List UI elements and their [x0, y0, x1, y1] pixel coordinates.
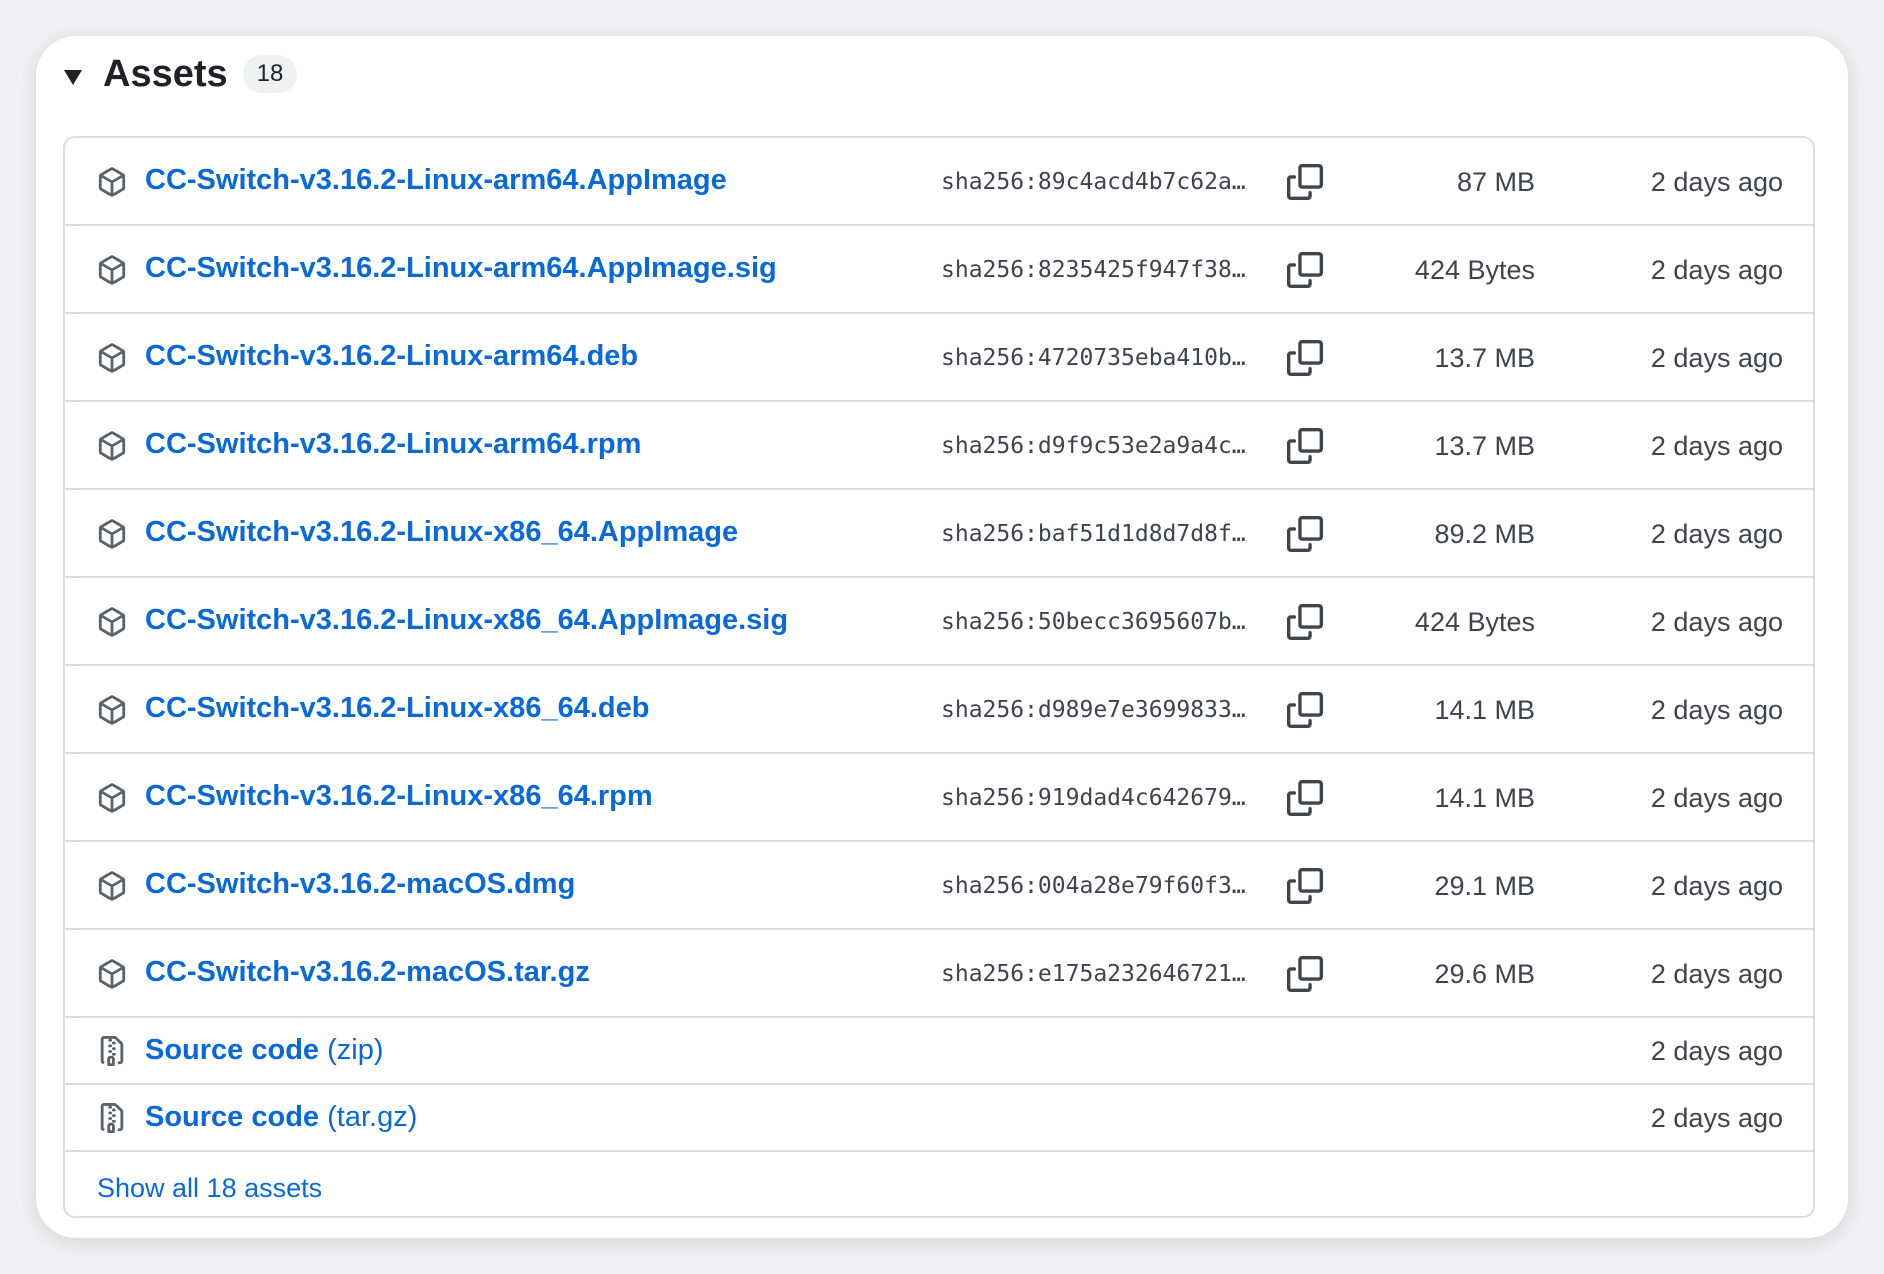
asset-row: CC-Switch-v3.16.2-Linux-arm64.AppImage s… [65, 138, 1813, 226]
source-code-format[interactable]: (zip) [327, 1034, 383, 1066]
copy-icon[interactable] [1287, 780, 1323, 816]
package-icon [97, 519, 127, 549]
package-icon [97, 167, 127, 197]
copy-icon[interactable] [1287, 692, 1323, 728]
source-date: 2 days ago [1650, 1036, 1783, 1066]
source-row: Source code (zip) 2 days ago [65, 1018, 1813, 1085]
asset-row: CC-Switch-v3.16.2-Linux-arm64.rpm sha256… [65, 402, 1813, 490]
asset-sha256: sha256:d9f9c53e2a9a4c… [941, 433, 1246, 459]
source-code-link[interactable]: Source code (zip) [145, 1030, 384, 1070]
source-code-format[interactable]: (tar.gz) [327, 1101, 417, 1133]
asset-link[interactable]: CC-Switch-v3.16.2-Linux-x86_64.AppImage.… [145, 600, 788, 640]
asset-size: 89.2 MB [1434, 519, 1535, 549]
source-code-label[interactable]: Source code [145, 1101, 319, 1133]
asset-date: 2 days ago [1650, 695, 1783, 725]
asset-sha256: sha256:89c4acd4b7c62a… [941, 169, 1246, 195]
copy-icon[interactable] [1287, 252, 1323, 288]
package-icon [97, 255, 127, 285]
assets-header[interactable]: Assets 18 [36, 36, 1848, 112]
assets-count-badge: 18 [243, 55, 297, 93]
file-zip-icon [97, 1103, 127, 1133]
asset-link[interactable]: CC-Switch-v3.16.2-Linux-x86_64.deb [145, 688, 649, 728]
asset-link[interactable]: CC-Switch-v3.16.2-Linux-arm64.deb [145, 336, 638, 376]
package-icon [97, 959, 127, 989]
asset-sha256: sha256:d989e7e3699833… [941, 697, 1246, 723]
asset-size: 14.1 MB [1434, 695, 1535, 725]
source-date: 2 days ago [1650, 1103, 1783, 1133]
asset-date: 2 days ago [1650, 871, 1783, 901]
asset-size: 424 Bytes [1414, 255, 1535, 285]
package-icon [97, 695, 127, 725]
assets-list: CC-Switch-v3.16.2-Linux-arm64.AppImage s… [63, 136, 1815, 1218]
package-icon [97, 871, 127, 901]
show-all-row: Show all 18 assets [65, 1152, 1813, 1216]
asset-sha256: sha256:4720735eba410b… [941, 345, 1246, 371]
source-code-link[interactable]: Source code (tar.gz) [145, 1097, 417, 1137]
asset-link[interactable]: CC-Switch-v3.16.2-Linux-arm64.rpm [145, 424, 641, 464]
asset-row: CC-Switch-v3.16.2-Linux-arm64.deb sha256… [65, 314, 1813, 402]
asset-row: CC-Switch-v3.16.2-Linux-x86_64.rpm sha25… [65, 754, 1813, 842]
asset-sha256: sha256:e175a232646721… [941, 961, 1246, 987]
asset-link[interactable]: CC-Switch-v3.16.2-Linux-x86_64.AppImage [145, 512, 738, 552]
asset-sha256: sha256:50becc3695607b… [941, 609, 1246, 635]
asset-link[interactable]: CC-Switch-v3.16.2-macOS.tar.gz [145, 952, 590, 992]
source-code-label[interactable]: Source code [145, 1034, 319, 1066]
asset-link[interactable]: CC-Switch-v3.16.2-Linux-arm64.AppImage.s… [145, 248, 777, 288]
asset-size: 424 Bytes [1414, 607, 1535, 637]
caret-down-icon[interactable] [64, 70, 82, 85]
copy-icon[interactable] [1287, 868, 1323, 904]
asset-row: CC-Switch-v3.16.2-Linux-x86_64.deb sha25… [65, 666, 1813, 754]
asset-sha256: sha256:919dad4c642679… [941, 785, 1246, 811]
asset-date: 2 days ago [1650, 959, 1783, 989]
source-row: Source code (tar.gz) 2 days ago [65, 1085, 1813, 1152]
copy-icon[interactable] [1287, 340, 1323, 376]
copy-icon[interactable] [1287, 516, 1323, 552]
package-icon [97, 431, 127, 461]
asset-sha256: sha256:8235425f947f38… [941, 257, 1246, 283]
asset-date: 2 days ago [1650, 431, 1783, 461]
asset-date: 2 days ago [1650, 607, 1783, 637]
assets-card: Assets 18 CC-Switch-v3.16.2-Linux-arm64.… [36, 36, 1848, 1238]
asset-link[interactable]: CC-Switch-v3.16.2-Linux-x86_64.rpm [145, 776, 653, 816]
asset-date: 2 days ago [1650, 343, 1783, 373]
package-icon [97, 783, 127, 813]
asset-link[interactable]: CC-Switch-v3.16.2-macOS.dmg [145, 864, 575, 904]
asset-date: 2 days ago [1650, 255, 1783, 285]
asset-size: 29.6 MB [1434, 959, 1535, 989]
asset-sha256: sha256:004a28e79f60f3… [941, 873, 1246, 899]
package-icon [97, 343, 127, 373]
asset-row: CC-Switch-v3.16.2-macOS.dmg sha256:004a2… [65, 842, 1813, 930]
assets-title: Assets [103, 53, 228, 95]
copy-icon[interactable] [1287, 604, 1323, 640]
asset-link[interactable]: CC-Switch-v3.16.2-Linux-arm64.AppImage [145, 160, 727, 200]
asset-row: CC-Switch-v3.16.2-Linux-arm64.AppImage.s… [65, 226, 1813, 314]
copy-icon[interactable] [1287, 428, 1323, 464]
asset-size: 29.1 MB [1434, 871, 1535, 901]
asset-row: CC-Switch-v3.16.2-Linux-x86_64.AppImage … [65, 490, 1813, 578]
copy-icon[interactable] [1287, 956, 1323, 992]
asset-date: 2 days ago [1650, 519, 1783, 549]
asset-size: 87 MB [1456, 167, 1535, 197]
copy-icon[interactable] [1287, 164, 1323, 200]
asset-date: 2 days ago [1650, 783, 1783, 813]
asset-row: CC-Switch-v3.16.2-macOS.tar.gz sha256:e1… [65, 930, 1813, 1018]
asset-date: 2 days ago [1650, 167, 1783, 197]
asset-row: CC-Switch-v3.16.2-Linux-x86_64.AppImage.… [65, 578, 1813, 666]
file-zip-icon [97, 1036, 127, 1066]
asset-size: 13.7 MB [1434, 431, 1535, 461]
show-all-assets-link[interactable]: Show all 18 assets [97, 1168, 322, 1208]
asset-size: 13.7 MB [1434, 343, 1535, 373]
asset-size: 14.1 MB [1434, 783, 1535, 813]
package-icon [97, 607, 127, 637]
asset-sha256: sha256:baf51d1d8d7d8f… [941, 521, 1246, 547]
